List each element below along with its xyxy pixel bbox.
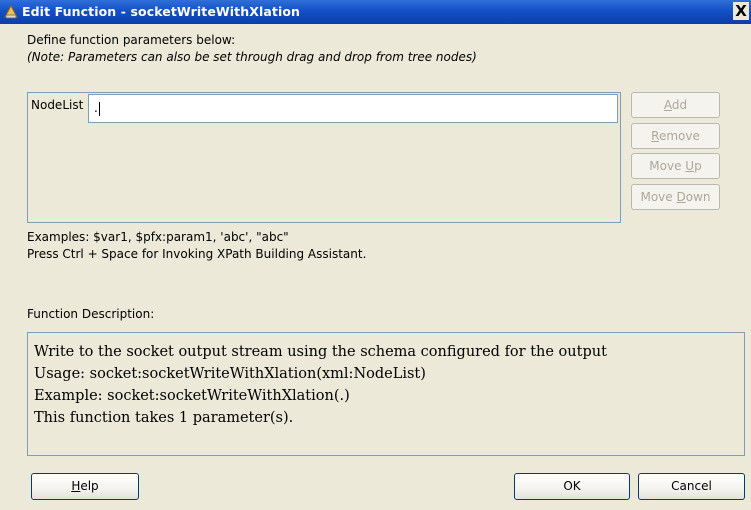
remove-mnemonic: R bbox=[651, 129, 659, 143]
window-title: Edit Function - socketWriteWithXlation bbox=[22, 4, 301, 19]
description-line: This function takes 1 parameter(s). bbox=[34, 410, 294, 426]
move-down-button[interactable]: Move Down bbox=[631, 184, 720, 210]
move-up-label-pre: Move bbox=[649, 159, 686, 173]
intro-text: Define function parameters below: bbox=[27, 33, 236, 47]
add-label-post: dd bbox=[671, 98, 688, 112]
move-up-button[interactable]: Move Up bbox=[631, 153, 720, 179]
description-line: Usage: socket:socketWriteWithXlation(xml… bbox=[34, 366, 426, 382]
move-down-mnemonic: D bbox=[676, 190, 686, 204]
add-mnemonic: A bbox=[663, 98, 672, 112]
description-line: Example: socket:socketWriteWithXlation(.… bbox=[34, 388, 350, 404]
move-up-mnemonic: U bbox=[685, 159, 695, 173]
remove-button[interactable]: Remove bbox=[631, 123, 720, 149]
function-description: Write to the socket output stream using … bbox=[27, 332, 745, 456]
help-mnemonic: H bbox=[71, 479, 81, 493]
description-line: Write to the socket output stream using … bbox=[34, 344, 607, 360]
parameter-value-input[interactable]: . bbox=[88, 94, 618, 123]
parameter-name: NodeList bbox=[31, 98, 84, 112]
move-down-label-post: own bbox=[685, 190, 711, 204]
cancel-button[interactable]: Cancel bbox=[638, 473, 745, 500]
remove-label-post: emove bbox=[658, 129, 700, 143]
text-caret bbox=[98, 101, 100, 116]
parameter-list[interactable]: NodeList . bbox=[27, 92, 621, 223]
close-button[interactable]: X bbox=[733, 2, 749, 20]
examples-hint: Examples: $var1, $pfx:param1, 'abc', "ab… bbox=[27, 230, 289, 244]
assistant-hint: Press Ctrl + Space for Invoking XPath Bu… bbox=[27, 247, 367, 261]
move-up-label-post: p bbox=[694, 159, 702, 173]
parameter-value: . bbox=[94, 101, 98, 115]
description-label: Function Description: bbox=[27, 307, 155, 321]
ok-button[interactable]: OK bbox=[514, 473, 630, 500]
intro-note: (Note: Parameters can also be set throug… bbox=[27, 50, 477, 64]
title-bar[interactable]: Edit Function - socketWriteWithXlation X bbox=[0, 0, 751, 24]
function-icon bbox=[4, 4, 18, 19]
help-button[interactable]: Help bbox=[31, 473, 139, 500]
add-button[interactable]: Add bbox=[631, 92, 720, 118]
move-down-label-pre: Move bbox=[640, 190, 677, 204]
help-label: elp bbox=[80, 479, 99, 493]
